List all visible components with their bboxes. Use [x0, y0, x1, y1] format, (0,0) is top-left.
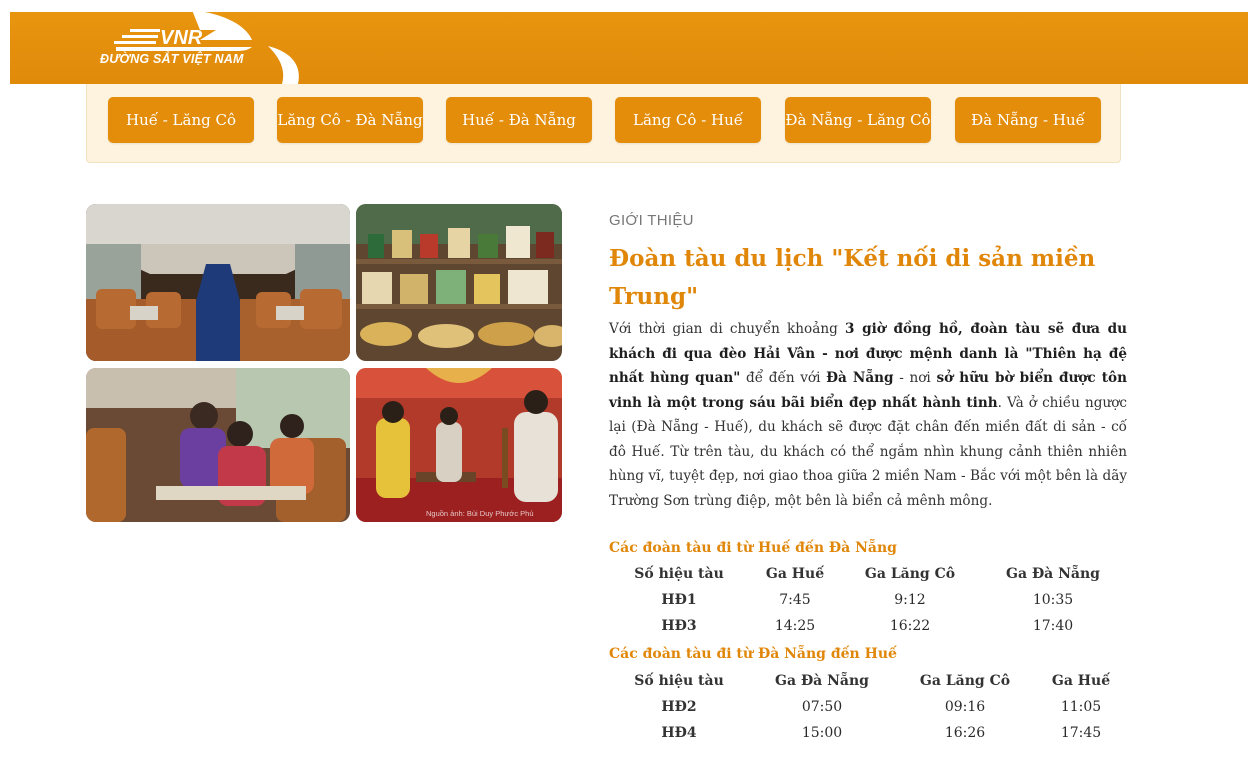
table-header-row: Số hiệu tàu Ga Đà Nẵng Ga Lăng Cô Ga Huế: [609, 668, 1129, 694]
table-cell: 16:26: [944, 725, 986, 741]
page-title: Đoàn tàu du lịch "Kết nối di sản miền Tr…: [609, 245, 1096, 310]
route-selector: Huế - Lăng Cô Lăng Cô - Đà Nẵng Huế - Đà…: [86, 84, 1121, 163]
route-button-da-nang-lang-co[interactable]: Đà Nẵng - Lăng Cô: [785, 97, 931, 143]
column-header: Số hiệu tàu: [634, 673, 724, 689]
schedule-heading-hue-da-nang: Các đoàn tàu đi từ Huế đến Đà Nẵng: [609, 540, 897, 556]
table-cell: 10:35: [1032, 592, 1074, 608]
table-cell: 15:00: [801, 725, 843, 741]
table-row: HĐ2 07:50 09:16 11:05: [609, 694, 1129, 720]
table-header-row: Số hiệu tàu Ga Huế Ga Lăng Cô Ga Đà Nẵng: [609, 561, 1129, 587]
column-header: Số hiệu tàu: [634, 566, 724, 582]
route-button-hue-lang-co[interactable]: Huế - Lăng Cô: [108, 97, 254, 143]
photo-passengers[interactable]: [86, 368, 350, 522]
route-button-da-nang-hue[interactable]: Đà Nẵng - Huế: [955, 97, 1101, 143]
train-code: HĐ1: [661, 592, 697, 608]
column-header: Ga Huế: [765, 566, 825, 582]
train-code: HĐ4: [661, 725, 697, 741]
column-header: Ga Lăng Cô: [919, 673, 1011, 689]
table-cell: 14:25: [774, 618, 816, 634]
table-cell: 11:05: [1060, 699, 1102, 715]
svg-text:VNR: VNR: [160, 27, 203, 49]
photo-traditional-music[interactable]: Nguồn ảnh: Bùi Duy Phước Phú: [356, 368, 562, 522]
section-eyebrow: GIỚI THIỆU: [609, 212, 694, 229]
table-cell: 17:45: [1060, 725, 1102, 741]
column-header: Ga Đà Nẵng: [1006, 566, 1100, 582]
table-cell: 16:22: [889, 618, 931, 634]
photo-train-interior[interactable]: [86, 204, 350, 361]
column-header: Ga Huế: [1051, 673, 1111, 689]
vnr-logo[interactable]: VNR ĐƯỜNG SẮT VIỆT NAM: [96, 0, 306, 84]
train-code: HĐ3: [661, 618, 697, 634]
route-button-lang-co-da-nang[interactable]: Lăng Cô - Đà Nẵng: [277, 97, 423, 143]
table-cell: 17:40: [1032, 618, 1074, 634]
photo-credit: Nguồn ảnh: Bùi Duy Phước Phú: [426, 509, 534, 518]
train-code: HĐ2: [661, 699, 697, 715]
table-cell: 7:45: [779, 592, 811, 608]
table-cell: 07:50: [801, 699, 843, 715]
photo-souvenir-shelves[interactable]: [356, 204, 562, 361]
vnr-logo-mark: VNR: [114, 10, 299, 84]
table-row: HĐ3 14:25 16:22 17:40: [609, 613, 1129, 639]
route-button-lang-co-hue[interactable]: Lăng Cô - Huế: [615, 97, 761, 143]
table-cell: 9:12: [894, 592, 926, 608]
column-header: Ga Đà Nẵng: [775, 673, 869, 689]
schedule-heading-da-nang-hue: Các đoàn tàu đi từ Đà Nẵng đến Huế: [609, 646, 897, 662]
intro-paragraph: Với thời gian di chuyển khoảng 3 giờ đồn…: [609, 321, 1127, 509]
table-row: HĐ4 15:00 16:26 17:45: [609, 720, 1129, 746]
table-row: HĐ1 7:45 9:12 10:35: [609, 587, 1129, 613]
column-header: Ga Lăng Cô: [864, 566, 956, 582]
table-cell: 09:16: [944, 699, 986, 715]
logo-caption: ĐƯỜNG SẮT VIỆT NAM: [100, 52, 244, 66]
route-button-hue-da-nang[interactable]: Huế - Đà Nẵng: [446, 97, 592, 143]
